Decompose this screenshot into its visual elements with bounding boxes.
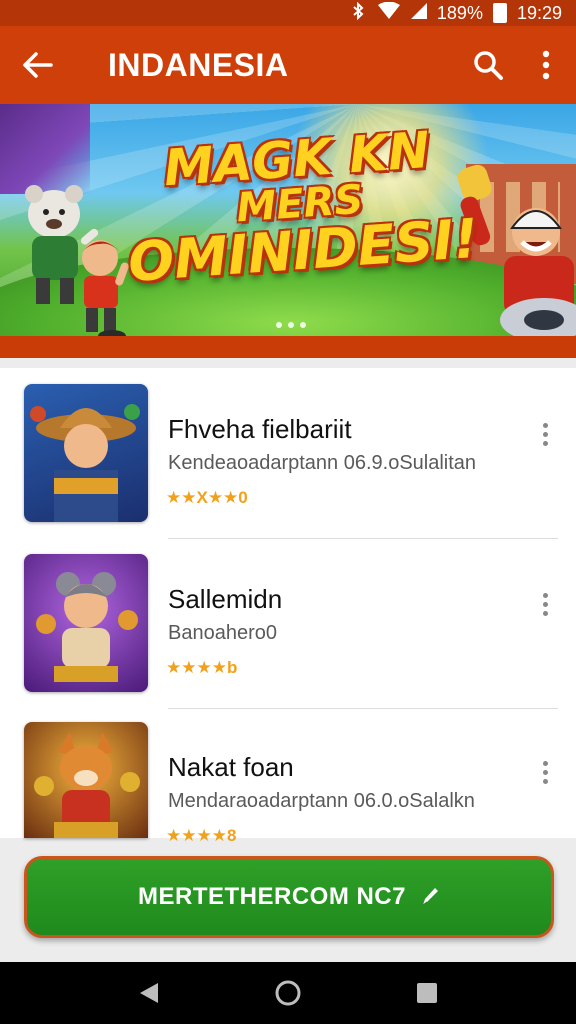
divider: [168, 538, 558, 539]
app-rating: ★★★★8: [166, 826, 237, 845]
banner-headline: MAGK KN MERS OMINIDESI!: [115, 121, 484, 294]
cta-label: MERTETHERCOM NC7: [137, 883, 406, 910]
item-overflow-menu[interactable]: [532, 752, 558, 792]
app-thumbnail[interactable]: [24, 384, 148, 522]
more-vert-icon: [542, 592, 548, 598]
back-button[interactable]: [0, 26, 76, 104]
app-rating: ★★X★★0: [166, 488, 248, 507]
clock: 19:29: [516, 2, 562, 23]
list-item[interactable]: Sallemidn Banoahe­ro0 ★★★★b: [0, 554, 576, 722]
more-vert-icon: [542, 422, 548, 428]
app-thumbnail[interactable]: [24, 554, 148, 692]
page-title: INDANESIA: [108, 46, 289, 83]
search-icon: [474, 51, 503, 80]
pencil-icon: [422, 888, 438, 906]
wifi-icon: [377, 1, 401, 25]
nav-back-button[interactable]: [119, 962, 179, 1024]
back-triangle-icon: [140, 983, 159, 1003]
page-dot: [288, 322, 294, 328]
overflow-menu-button[interactable]: [516, 26, 576, 104]
home-circle-icon: [275, 980, 301, 1006]
item-overflow-menu[interactable]: [532, 584, 558, 624]
app-rating: ★★★★b: [166, 658, 238, 677]
nav-recents-button[interactable]: [397, 962, 457, 1024]
banner-bottom-strip: [0, 336, 576, 358]
battery-icon: [492, 3, 507, 23]
app-subtitle: Kendeaoadarptann 06.9.oSulalitan: [168, 452, 477, 474]
app-title: Fhveha fielbariit: [168, 414, 352, 444]
item-overflow-menu[interactable]: [532, 414, 558, 454]
signal-icon: [410, 2, 427, 25]
status-bar: 189% 19:29: [0, 0, 576, 26]
search-button[interactable]: [460, 26, 516, 104]
banner-page-indicator[interactable]: [276, 322, 306, 328]
back-arrow-icon: [23, 52, 53, 78]
nav-home-button[interactable]: [258, 962, 318, 1024]
app-subtitle: Mendaraoadarptann 06.0.oSalalkn: [168, 790, 475, 812]
battery-percent: 189%: [436, 2, 483, 23]
recents-square-icon: [416, 983, 437, 1003]
promo-banner[interactable]: MAGK KN MERS OMINIDESI!: [0, 104, 576, 338]
system-nav-bar: [0, 962, 576, 1024]
bluetooth-icon: [349, 1, 367, 25]
app-list: Fhveha fielbariit Kendeaoadarptann 06.9.…: [0, 368, 576, 845]
divider: [168, 708, 558, 709]
more-vert-icon: [542, 50, 550, 80]
app-thumbnail[interactable]: [24, 722, 148, 838]
more-vert-icon: [542, 760, 548, 766]
app-title: Nakat foan: [168, 752, 294, 782]
app-subtitle: Banoahe­ro0: [168, 622, 277, 644]
app-bar: INDANESIA: [0, 26, 576, 104]
app-title: Sallemidn: [168, 584, 283, 614]
list-item[interactable]: Fhveha fielbariit Kendeaoadarptann 06.9.…: [0, 384, 576, 552]
page-dot: [300, 322, 306, 328]
page-dot: [276, 322, 282, 328]
primary-cta-button[interactable]: MERTETHERCOM NC7: [24, 856, 554, 938]
